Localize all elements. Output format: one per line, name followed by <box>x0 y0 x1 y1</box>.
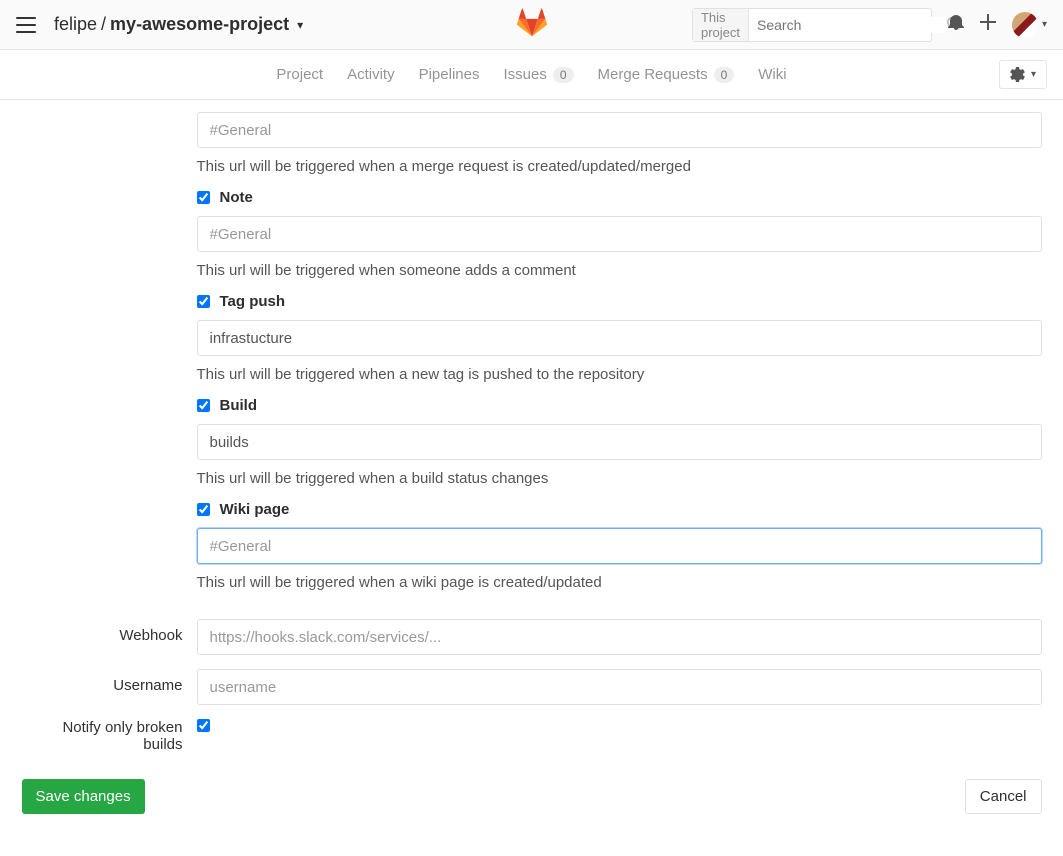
webhook-label: Webhook <box>22 619 197 655</box>
nav-wiki[interactable]: Wiki <box>758 66 786 83</box>
tag-push-label: Tag push <box>220 293 286 310</box>
build-label: Build <box>220 397 258 414</box>
note-checkbox[interactable] <box>197 191 210 204</box>
username-label: Username <box>22 669 197 705</box>
wiki-channel-input[interactable] <box>197 528 1042 564</box>
nav-mr-label: Merge Requests <box>598 66 708 83</box>
wiki-checkbox[interactable] <box>197 503 210 516</box>
tag-push-help: This url will be triggered when a new ta… <box>197 366 1042 383</box>
topbar: felipe / my-awesome-project ▾ This proje… <box>0 0 1063 50</box>
save-button[interactable]: Save changes <box>22 779 145 814</box>
nav-merge-requests[interactable]: Merge Requests 0 <box>598 66 735 83</box>
wiki-label: Wiki page <box>220 501 290 518</box>
build-channel-input[interactable] <box>197 424 1042 460</box>
user-menu[interactable]: ▾ <box>1012 12 1047 38</box>
tag-push-checkbox[interactable] <box>197 295 210 308</box>
hamburger-icon[interactable] <box>16 17 36 33</box>
nav-issues-label: Issues <box>503 66 546 83</box>
plus-icon[interactable] <box>980 14 996 35</box>
wiki-help: This url will be triggered when a wiki p… <box>197 574 1042 591</box>
avatar <box>1012 12 1038 38</box>
settings-dropdown[interactable]: ▾ <box>999 60 1047 89</box>
tag-push-channel-input[interactable] <box>197 320 1042 356</box>
mr-count-badge: 0 <box>714 67 735 83</box>
caret-down-icon: ▾ <box>1042 19 1047 30</box>
merge-request-channel-input[interactable] <box>197 112 1042 148</box>
search-box[interactable]: This project <box>692 8 932 42</box>
cancel-button[interactable]: Cancel <box>965 779 1042 814</box>
search-scope[interactable]: This project <box>693 9 749 41</box>
breadcrumb[interactable]: felipe / my-awesome-project ▾ <box>54 14 303 35</box>
nav-pipelines[interactable]: Pipelines <box>419 66 480 83</box>
bell-icon[interactable] <box>948 14 964 35</box>
nav-project[interactable]: Project <box>276 66 323 83</box>
gitlab-logo[interactable] <box>517 8 547 41</box>
breadcrumb-project: my-awesome-project <box>110 14 289 35</box>
issues-count-badge: 0 <box>553 67 574 83</box>
note-channel-input[interactable] <box>197 216 1042 252</box>
nav-activity[interactable]: Activity <box>347 66 395 83</box>
breadcrumb-sep: / <box>101 14 106 35</box>
build-help: This url will be triggered when a build … <box>197 470 1042 487</box>
caret-down-icon: ▾ <box>1031 69 1036 80</box>
chevron-down-icon[interactable]: ▾ <box>297 18 303 32</box>
webhook-input[interactable] <box>197 619 1042 655</box>
username-input[interactable] <box>197 669 1042 705</box>
build-checkbox[interactable] <box>197 399 210 412</box>
note-help: This url will be triggered when someone … <box>197 262 1042 279</box>
project-nav: Project Activity Pipelines Issues 0 Merg… <box>0 50 1063 100</box>
merge-request-help: This url will be triggered when a merge … <box>197 158 1042 175</box>
notify-broken-checkbox[interactable] <box>197 719 210 732</box>
gear-icon <box>1010 67 1025 82</box>
breadcrumb-owner: felipe <box>54 14 97 35</box>
nav-issues[interactable]: Issues 0 <box>503 66 573 83</box>
search-input[interactable] <box>749 17 946 33</box>
notify-label: Notify only broken builds <box>22 719 197 753</box>
note-label: Note <box>220 189 253 206</box>
